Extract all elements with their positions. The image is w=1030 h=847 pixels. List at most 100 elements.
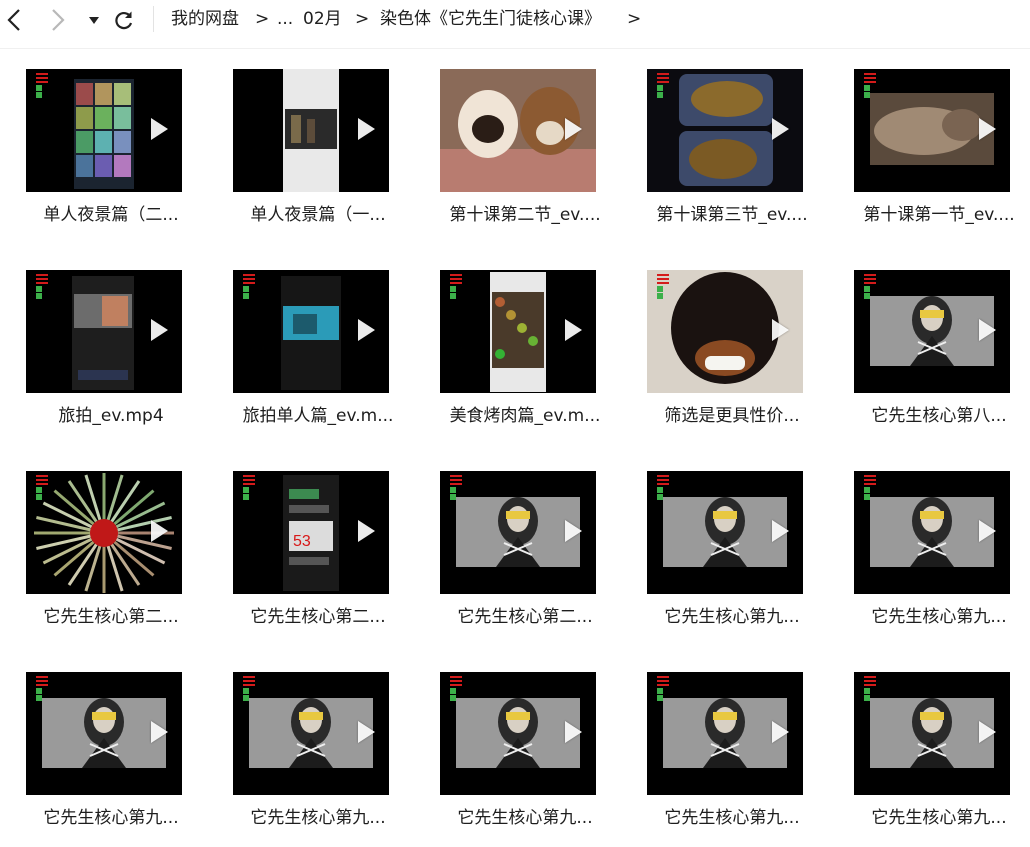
play-icon: [772, 721, 789, 743]
refresh-button[interactable]: [110, 6, 138, 34]
file-name: 它先生核心第九...: [871, 607, 1007, 627]
watermark-badge: [450, 475, 466, 509]
watermark-badge: [450, 274, 466, 308]
video-file-tile[interactable]: 它先生核心第九...: [844, 471, 1030, 646]
watermark-badge: [657, 73, 673, 107]
video-file-tile[interactable]: 53 它先生核心第二...: [223, 471, 413, 646]
watermark-badge: [36, 676, 52, 710]
video-thumbnail[interactable]: [647, 270, 803, 393]
video-file-tile[interactable]: 它先生核心第九...: [637, 471, 827, 646]
video-thumbnail[interactable]: [854, 69, 1010, 192]
video-file-tile[interactable]: 第十课第二节_ev....: [430, 69, 620, 244]
video-thumbnail[interactable]: [26, 69, 182, 192]
file-name: 单人夜景篇（一...: [250, 205, 386, 225]
video-thumbnail[interactable]: [440, 471, 596, 594]
watermark-badge: [657, 274, 673, 308]
breadcrumb-item-month[interactable]: 02月: [303, 7, 342, 31]
file-name: 第十课第一节_ev....: [863, 205, 1015, 225]
play-icon: [772, 520, 789, 542]
video-file-tile[interactable]: 它先生核心第九...: [844, 672, 1030, 847]
video-thumbnail[interactable]: [26, 471, 182, 594]
video-thumbnail[interactable]: [440, 69, 596, 192]
video-thumbnail[interactable]: [647, 471, 803, 594]
caret-down-icon: [88, 15, 100, 25]
breadcrumb-item-current-folder[interactable]: 染色体《它先生门徒核心课》: [380, 7, 601, 31]
video-thumbnail[interactable]: [233, 672, 389, 795]
play-icon: [358, 319, 375, 341]
file-name: 它先生核心第九...: [871, 808, 1007, 828]
breadcrumb-separator: >: [355, 9, 370, 29]
svg-text:53: 53: [293, 533, 311, 550]
watermark-badge: [36, 73, 52, 107]
play-icon: [565, 319, 582, 341]
toolbar: 我的网盘 > ... 02月 > 染色体《它先生门徒核心课》 >: [0, 0, 1030, 49]
file-name: 它先生核心第九...: [457, 808, 593, 828]
video-file-tile[interactable]: 它先生核心第九...: [223, 672, 413, 847]
watermark-badge: [243, 475, 259, 509]
file-name: 单人夜景篇（二...: [43, 205, 179, 225]
chevron-left-icon: [4, 8, 24, 32]
breadcrumb-separator: >: [255, 9, 270, 29]
video-thumbnail[interactable]: [26, 672, 182, 795]
video-thumbnail[interactable]: [26, 270, 182, 393]
watermark-badge: [450, 676, 466, 710]
toolbar-divider: [153, 6, 154, 32]
file-name: 美食烤肉篇_ev.m...: [449, 406, 601, 426]
play-icon: [772, 319, 789, 341]
watermark-badge: [864, 676, 880, 710]
play-icon: [151, 721, 168, 743]
play-icon: [772, 118, 789, 140]
video-thumbnail[interactable]: [233, 69, 389, 192]
play-icon: [565, 721, 582, 743]
video-file-tile[interactable]: 第十课第一节_ev....: [844, 69, 1030, 244]
video-file-tile[interactable]: 旅拍单人篇_ev.m...: [223, 270, 413, 445]
forward-button[interactable]: [44, 6, 72, 34]
video-file-tile[interactable]: 它先生核心第八...: [844, 270, 1030, 445]
play-icon: [151, 319, 168, 341]
watermark-badge: [657, 475, 673, 509]
history-dropdown-button[interactable]: [80, 6, 108, 34]
file-name: 旅拍_ev.mp4: [58, 406, 164, 426]
breadcrumb-item-ellipsis[interactable]: ...: [277, 7, 293, 31]
file-name: 第十课第三节_ev....: [656, 205, 808, 225]
video-thumbnail[interactable]: [440, 672, 596, 795]
video-file-tile[interactable]: 第十课第三节_ev....: [637, 69, 827, 244]
video-thumbnail[interactable]: [440, 270, 596, 393]
watermark-badge: [36, 475, 52, 509]
file-name: 它先生核心第九...: [43, 808, 179, 828]
play-icon: [979, 721, 996, 743]
refresh-icon: [113, 9, 135, 31]
video-file-tile[interactable]: 筛选是更具性价...: [637, 270, 827, 445]
watermark-badge: [864, 73, 880, 107]
watermark-badge: [36, 274, 52, 308]
breadcrumb-separator: >: [627, 9, 642, 29]
watermark-badge: [864, 274, 880, 308]
video-file-tile[interactable]: 它先生核心第九...: [16, 672, 206, 847]
video-thumbnail[interactable]: [854, 270, 1010, 393]
chevron-right-icon: [48, 8, 68, 32]
file-name: 它先生核心第二...: [43, 607, 179, 627]
video-file-tile[interactable]: 它先生核心第二...: [430, 471, 620, 646]
video-thumbnail[interactable]: [233, 270, 389, 393]
video-thumbnail[interactable]: [647, 69, 803, 192]
video-thumbnail[interactable]: [647, 672, 803, 795]
watermark-badge: [243, 676, 259, 710]
video-file-tile[interactable]: 它先生核心第九...: [430, 672, 620, 847]
file-name: 它先生核心第二...: [250, 607, 386, 627]
video-thumbnail[interactable]: [854, 471, 1010, 594]
play-icon: [565, 118, 582, 140]
back-button[interactable]: [0, 6, 28, 34]
video-file-tile[interactable]: 美食烤肉篇_ev.m...: [430, 270, 620, 445]
video-file-tile[interactable]: 单人夜景篇（二...: [16, 69, 206, 244]
video-file-tile[interactable]: 它先生核心第二...: [16, 471, 206, 646]
play-icon: [151, 520, 168, 542]
breadcrumb-item-home[interactable]: 我的网盘: [171, 7, 239, 31]
video-thumbnail[interactable]: 53: [233, 471, 389, 594]
play-icon: [358, 721, 375, 743]
video-file-tile[interactable]: 它先生核心第九...: [637, 672, 827, 847]
video-file-tile[interactable]: 旅拍_ev.mp4: [16, 270, 206, 445]
file-name: 它先生核心第二...: [457, 607, 593, 627]
video-thumbnail[interactable]: [854, 672, 1010, 795]
video-file-tile[interactable]: 单人夜景篇（一...: [223, 69, 413, 244]
watermark-badge: [243, 274, 259, 308]
